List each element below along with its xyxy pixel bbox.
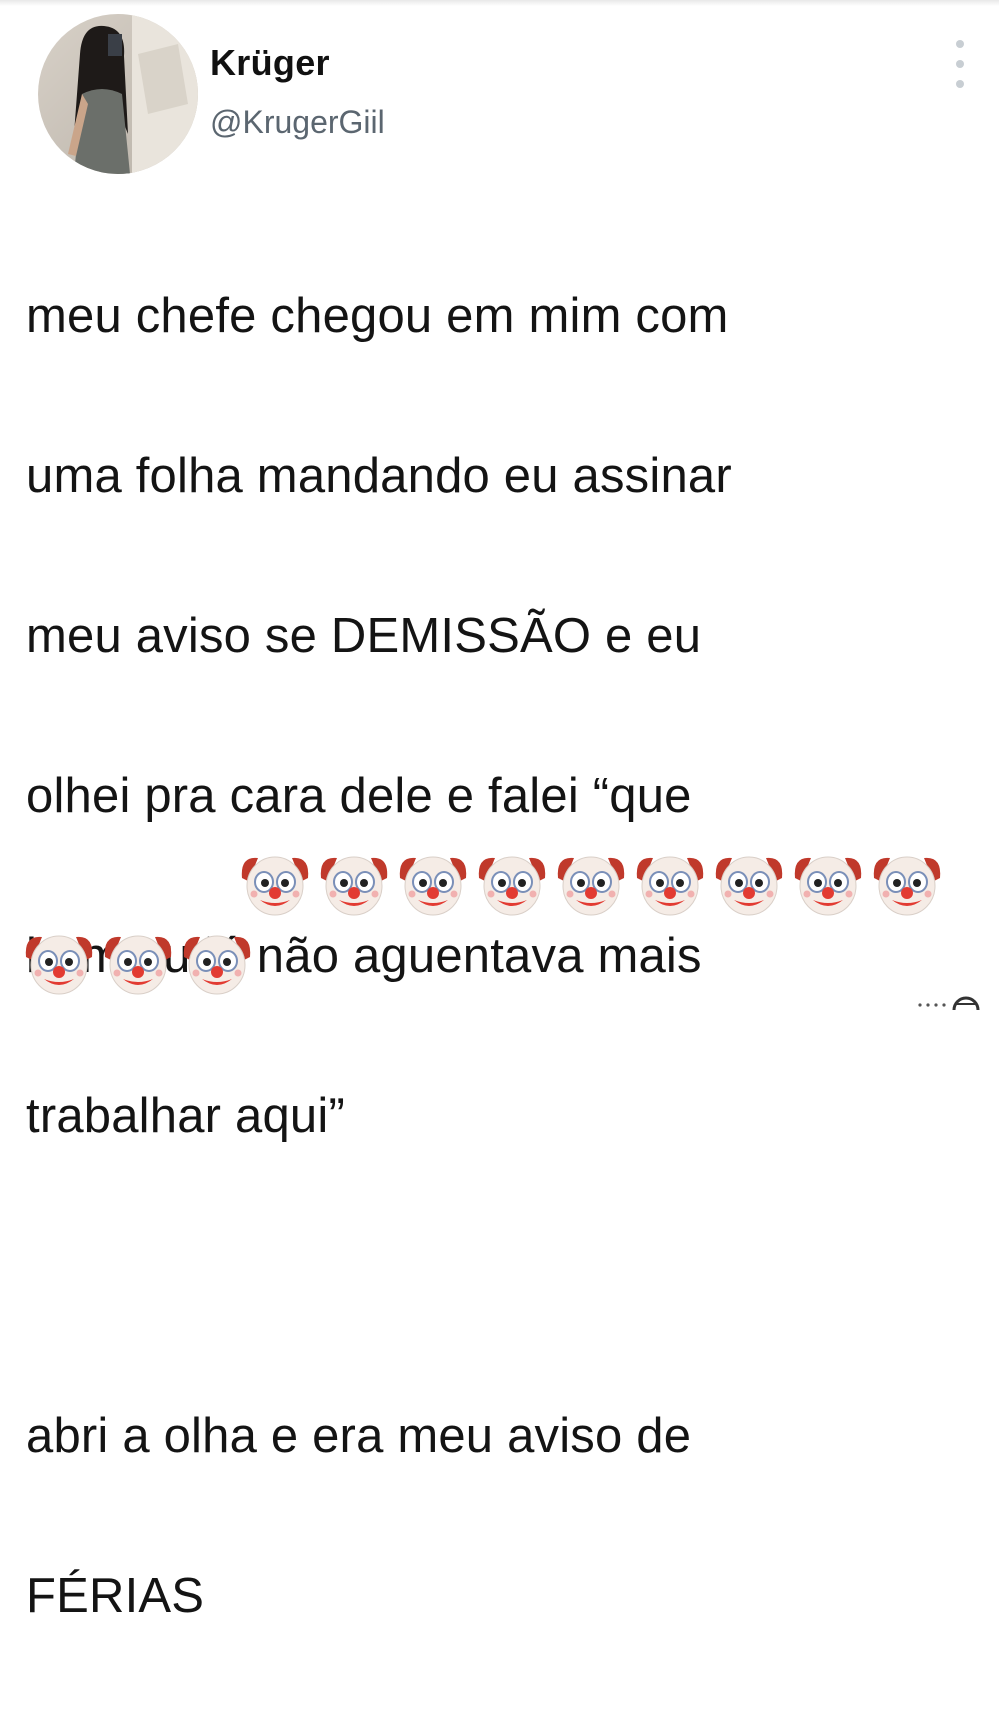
tweet-line: trabalhar aqui” (26, 1089, 345, 1143)
tweet-line: FÉRIAS (26, 1569, 205, 1623)
clown-face-icon (478, 856, 546, 916)
user-handle[interactable]: @KrugerGiil (210, 104, 385, 141)
clown-emoji-row (238, 848, 949, 918)
clown-face-icon (320, 856, 388, 916)
clown-face-icon (794, 856, 862, 916)
more-dot (956, 80, 964, 88)
clown-face-icon (104, 935, 172, 995)
tweet-line: meu aviso se DEMISSÃO e eu (26, 609, 702, 663)
tweet-header: Krüger @KrugerGiil (22, 14, 982, 174)
tweet-line: olhei pra cara dele e falei “que (26, 769, 692, 823)
avatar-photo (38, 14, 198, 174)
more-options-icon[interactable] (950, 40, 970, 88)
top-divider (0, 0, 999, 6)
more-indicator-icon (918, 996, 980, 1011)
tweet-line: meu chefe chegou em mim com (26, 289, 729, 343)
clown-face-icon (715, 856, 783, 916)
tweet-line: uma folha mandando eu assinar (26, 449, 732, 503)
clown-face-icon (557, 856, 625, 916)
clown-face-icon (636, 856, 704, 916)
clown-face-icon (873, 856, 941, 916)
clown-face-icon (399, 856, 467, 916)
clown-emoji-row (22, 927, 259, 997)
avatar[interactable] (38, 14, 198, 174)
clown-face-icon (241, 856, 309, 916)
clown-face-icon (25, 935, 93, 995)
more-dot (956, 40, 964, 48)
display-name[interactable]: Krüger (210, 42, 385, 84)
clown-face-icon (183, 935, 251, 995)
author-info: Krüger @KrugerGiil (210, 42, 385, 141)
more-dot (956, 60, 964, 68)
tweet-line: abri a olha e era meu aviso de (26, 1409, 692, 1463)
